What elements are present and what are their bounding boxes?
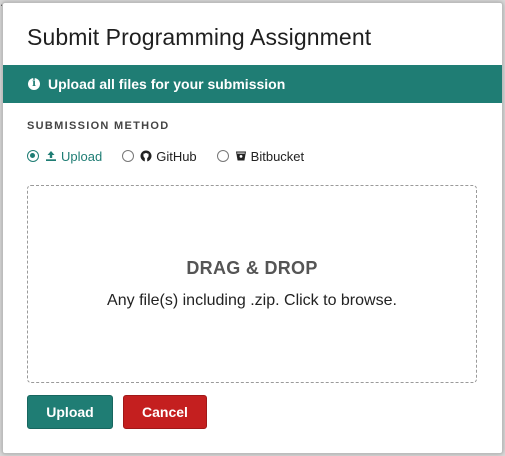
method-label-upload: Upload [61,148,103,164]
submission-method-label: SUBMISSION METHOD [27,120,170,132]
submission-method-options: Upload GitHub Bitbucket [27,146,324,166]
radio-upload[interactable] [27,150,39,162]
upload-button[interactable]: Upload [27,395,113,429]
dropzone-title: DRAG & DROP [186,258,318,278]
dialog-title: Submit Programming Assignment [27,24,372,50]
submit-assignment-dialog: Submit Programming Assignment i Upload a… [2,2,503,454]
bitbucket-icon [235,150,247,162]
dropzone-instructions: Any file(s) including .zip. Click to bro… [107,292,397,309]
file-dropzone[interactable]: DRAG & DROP Any file(s) including .zip. … [27,185,477,383]
github-icon [140,150,152,162]
cancel-button[interactable]: Cancel [123,395,207,429]
method-label-bitbucket: Bitbucket [250,148,305,164]
method-option-github[interactable]: GitHub [122,148,197,164]
banner-message: Upload all files for your submission [48,76,286,92]
method-label-github: GitHub [156,148,197,164]
radio-bitbucket[interactable] [216,150,229,162]
upload-icon [45,150,57,162]
radio-github[interactable] [122,150,135,162]
info-banner: i Upload all files for your submission [3,65,502,103]
method-option-bitbucket[interactable]: Bitbucket [216,148,305,164]
info-icon: i [28,78,40,90]
method-option-upload[interactable]: Upload [27,149,102,164]
